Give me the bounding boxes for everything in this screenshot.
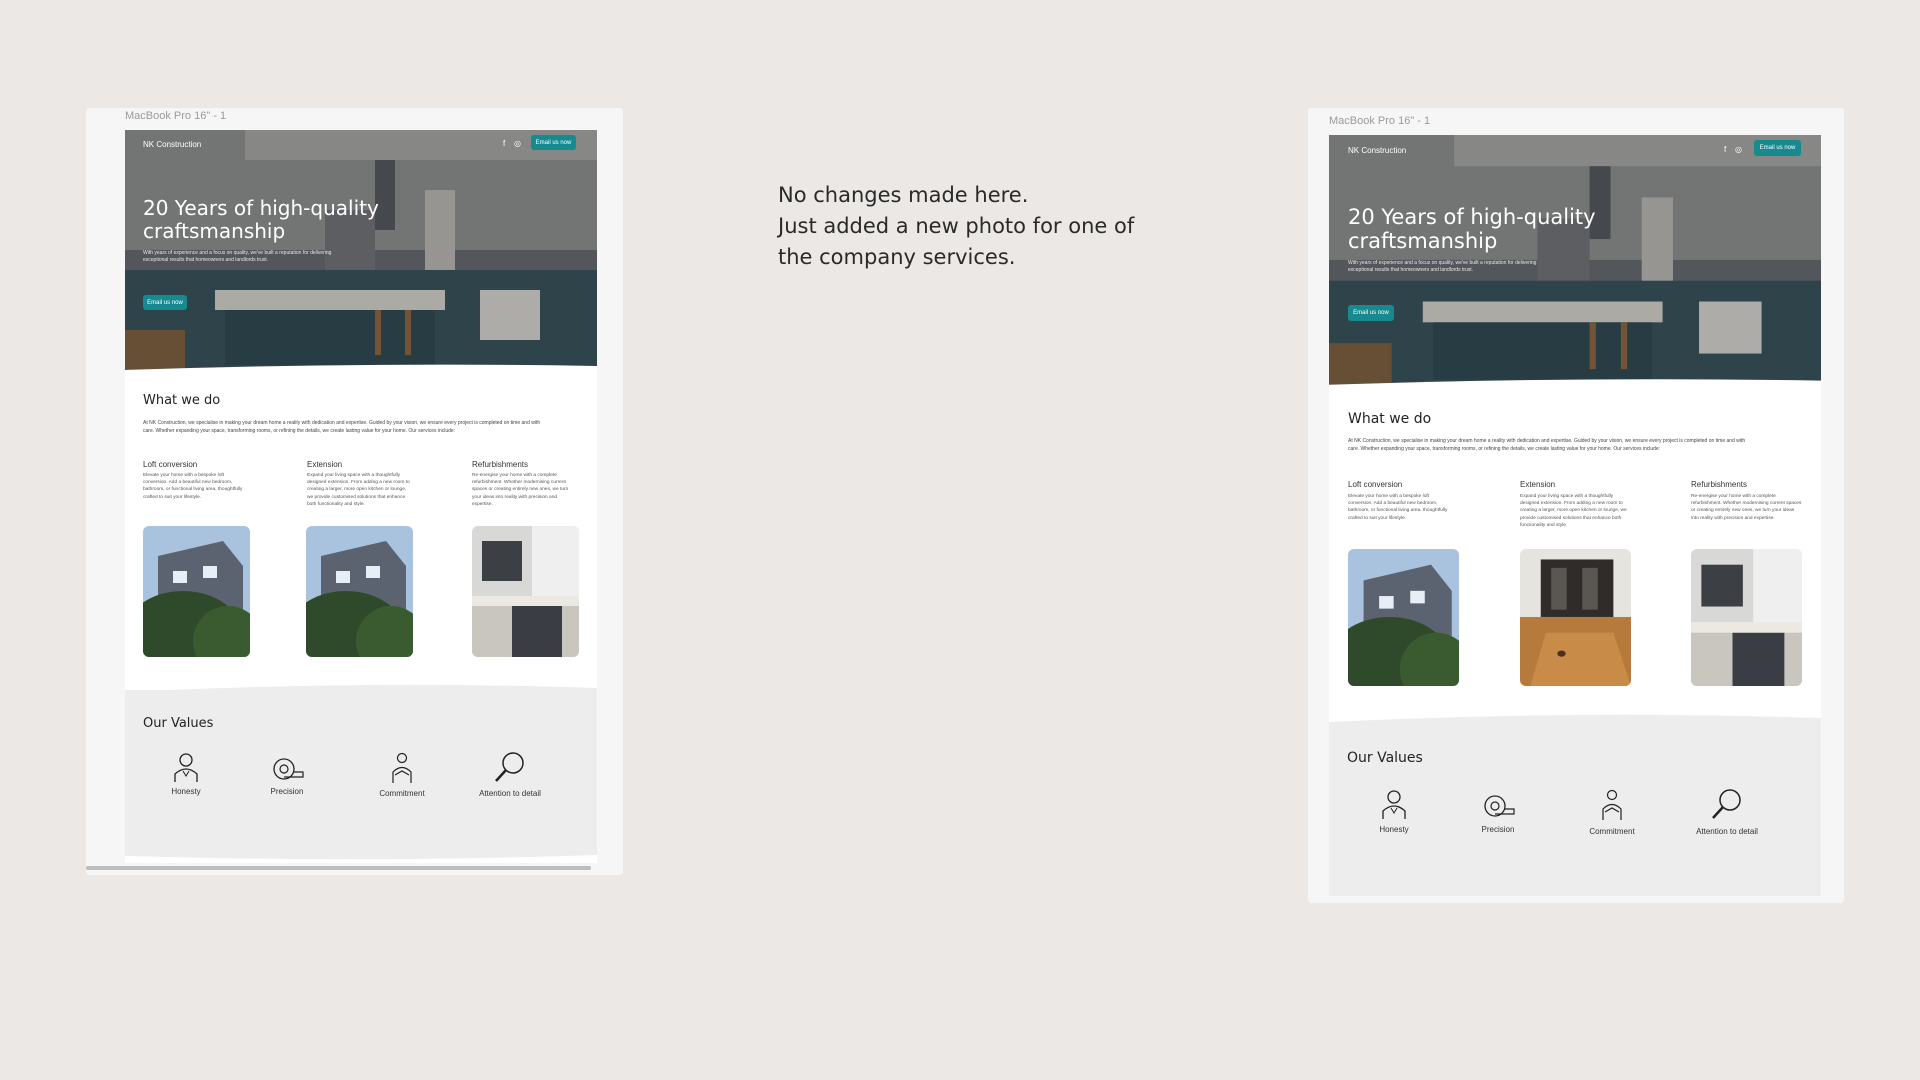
extension-photo: [306, 526, 413, 657]
value-commitment: Commitment: [1582, 788, 1642, 836]
service-desc-refurbishments: Re-energise your home with a complete re…: [472, 473, 569, 507]
magnifier-icon: [495, 752, 524, 782]
loft-conversion-photo: [143, 526, 250, 657]
handshake-icon: [1602, 789, 1622, 820]
intro-paragraph: At NK Construction, we specialise in mak…: [143, 420, 541, 434]
value-precision: Precision: [262, 752, 312, 796]
value-honesty: Honesty: [161, 752, 211, 796]
brand-name[interactable]: NK Construction: [143, 140, 201, 149]
right-website-mockup: NK Construction f ◎ Email us now 20 Year…: [1329, 135, 1821, 896]
person-icon: [1382, 790, 1406, 819]
instagram-icon[interactable]: ◎: [514, 139, 521, 148]
brand-name[interactable]: NK Construction: [1348, 146, 1406, 155]
what-we-do-heading: What we do: [143, 393, 221, 408]
hero-title: 20 Years of high-quality craftsmanship: [1348, 205, 1596, 254]
service-desc-extension: Expand your living space with a thoughtf…: [307, 473, 410, 507]
service-desc-refurbishments: Re-energise your home with a complete re…: [1691, 494, 1802, 521]
our-values-section: Our Values Honesty Precision Commitment …: [125, 684, 597, 863]
hero-email-button[interactable]: Email us now: [1348, 305, 1394, 321]
hero-section: NK Construction f ◎ Email us now 20 Year…: [125, 130, 597, 375]
service-desc-loft: Elevate your home with a bespoke loft co…: [143, 473, 243, 500]
value-precision: Precision: [1473, 788, 1523, 834]
our-values-heading: Our Values: [1347, 750, 1423, 766]
hero-description: With years of experience and a focus on …: [143, 250, 332, 263]
hero-title: 20 Years of high-quality craftsmanship: [143, 196, 379, 243]
extension-new-photo: [1520, 549, 1631, 686]
service-title-refurbishments: Refurbishments: [1691, 480, 1748, 489]
refurbishment-photo: [1691, 549, 1802, 686]
service-title-extension: Extension: [1520, 480, 1556, 489]
facebook-icon[interactable]: f: [503, 139, 505, 148]
tape-measure-icon: [1484, 795, 1515, 817]
magnifier-icon: [1712, 789, 1741, 819]
facebook-icon[interactable]: f: [1724, 145, 1726, 154]
email-us-nav-button[interactable]: Email us now: [531, 135, 576, 150]
instagram-icon[interactable]: ◎: [1735, 145, 1742, 154]
service-title-loft: Loft conversion: [143, 460, 198, 469]
what-we-do-heading: What we do: [1348, 411, 1432, 427]
service-desc-extension: Expand your living space with a thoughtf…: [1520, 494, 1627, 528]
value-attention-to-detail: Attention to detail: [470, 750, 550, 798]
intro-paragraph: At NK Construction, we specialise in mak…: [1348, 438, 1746, 452]
our-values-heading: Our Values: [143, 716, 214, 731]
right-frame-label: MacBook Pro 16" - 1: [1329, 115, 1431, 127]
our-values-section: Our Values Honesty Precision Commitment …: [1329, 714, 1821, 896]
service-title-loft: Loft conversion: [1348, 480, 1403, 489]
refurbishment-photo: [472, 526, 579, 657]
annotation-note: No changes made here. Just added a new p…: [778, 183, 1135, 269]
horizontal-scrollbar[interactable]: [86, 866, 591, 870]
handshake-icon: [392, 752, 412, 783]
service-title-refurbishments: Refurbishments: [472, 460, 529, 469]
value-commitment: Commitment: [372, 752, 432, 798]
left-frame-label: MacBook Pro 16" - 1: [125, 110, 227, 122]
left-website-mockup: NK Construction f ◎ Email us now 20 Year…: [125, 130, 597, 863]
email-us-nav-button[interactable]: Email us now: [1754, 140, 1801, 156]
person-icon: [174, 753, 198, 782]
tape-measure-icon: [273, 758, 304, 780]
service-desc-loft: Elevate your home with a bespoke loft co…: [1348, 494, 1448, 521]
hero-description: With years of experience and a focus on …: [1348, 260, 1537, 273]
service-title-extension: Extension: [307, 460, 343, 469]
hero-email-button[interactable]: Email us now: [143, 295, 187, 310]
value-attention-to-detail: Attention to detail: [1687, 786, 1767, 836]
hero-section: NK Construction f ◎ Email us now 20 Year…: [1329, 135, 1821, 390]
value-honesty: Honesty: [1369, 788, 1419, 834]
loft-conversion-photo: [1348, 549, 1459, 686]
